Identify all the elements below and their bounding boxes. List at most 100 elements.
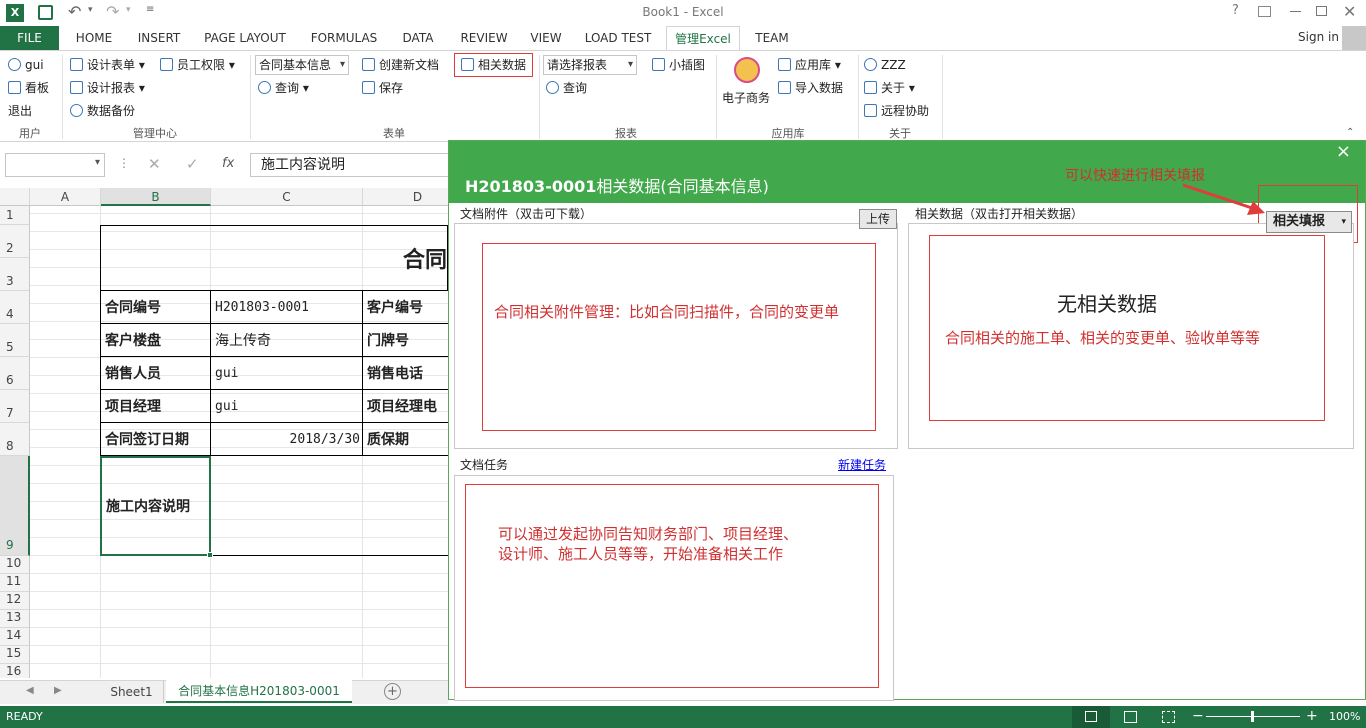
- restore-icon[interactable]: [1316, 6, 1327, 16]
- label-cell[interactable]: 客户楼盘: [100, 324, 211, 357]
- avatar[interactable]: [1342, 26, 1366, 50]
- label-cell[interactable]: 门牌号: [363, 324, 448, 357]
- zoom-slider-thumb[interactable]: [1251, 711, 1254, 722]
- tab-data[interactable]: DATA: [398, 26, 438, 50]
- label-cell[interactable]: 销售电话: [363, 357, 448, 390]
- kanban-button[interactable]: 看板: [8, 79, 49, 97]
- app-store-button[interactable]: 应用库 ▾: [778, 56, 841, 74]
- row-header[interactable]: 15: [0, 646, 30, 664]
- row-header[interactable]: 1: [0, 206, 30, 225]
- tab-review[interactable]: REVIEW: [458, 26, 510, 50]
- save-icon[interactable]: [38, 5, 53, 20]
- sheet-tab-active[interactable]: 合同基本信息H201803-0001: [166, 680, 352, 703]
- minimize-icon[interactable]: [1290, 11, 1301, 12]
- enter-icon[interactable]: ✓: [186, 155, 199, 173]
- selected-cell[interactable]: 施工内容说明: [100, 456, 211, 556]
- contract-title-cell[interactable]: 合同: [100, 225, 448, 291]
- tab-load-test[interactable]: LOAD TEST: [584, 26, 652, 50]
- row-header[interactable]: 3: [0, 258, 30, 291]
- row-header[interactable]: 14: [0, 628, 30, 646]
- label-cell[interactable]: 项目经理: [100, 390, 211, 423]
- tab-manage-excel[interactable]: 管理Excel: [666, 26, 740, 51]
- new-task-link[interactable]: 新建任务: [838, 456, 886, 473]
- page-layout-view-icon[interactable]: [1124, 711, 1137, 723]
- help-icon[interactable]: ?: [1232, 3, 1239, 18]
- fill-handle[interactable]: [207, 552, 213, 558]
- page-break-view-icon[interactable]: [1162, 711, 1175, 723]
- save-button[interactable]: 保存: [362, 79, 403, 97]
- label-cell[interactable]: 项目经理电: [363, 390, 448, 423]
- tab-home[interactable]: HOME: [70, 26, 118, 50]
- prev-sheet-icon[interactable]: ◀: [26, 685, 34, 696]
- row-header[interactable]: 10: [0, 556, 30, 574]
- insert-function-icon[interactable]: fx: [222, 156, 234, 171]
- row-header[interactable]: 5: [0, 324, 30, 357]
- label-cell[interactable]: 合同签订日期: [100, 423, 211, 456]
- form-query-button[interactable]: 查询 ▾: [258, 79, 309, 97]
- row-header[interactable]: 12: [0, 592, 30, 610]
- tab-page-layout[interactable]: PAGE LAYOUT: [202, 26, 288, 50]
- column-header[interactable]: D: [363, 188, 448, 206]
- upload-button[interactable]: 上传: [859, 209, 897, 229]
- zzz-button[interactable]: ZZZ: [864, 56, 906, 74]
- row-header[interactable]: 4: [0, 291, 30, 324]
- ribbon-display-icon[interactable]: [1258, 6, 1271, 17]
- value-cell[interactable]: gui: [211, 390, 363, 423]
- value-cell[interactable]: gui: [211, 357, 363, 390]
- zoom-level[interactable]: 100%: [1329, 710, 1360, 723]
- label-cell[interactable]: 客户编号: [363, 291, 448, 324]
- excel-logo-icon[interactable]: X: [6, 4, 24, 22]
- permissions-button[interactable]: 员工权限 ▾: [160, 56, 235, 74]
- design-report-button[interactable]: 设计报表 ▾: [70, 79, 145, 97]
- redo-dropdown-icon[interactable]: ▾: [126, 5, 131, 15]
- normal-view-icon[interactable]: [1072, 706, 1110, 728]
- label-cell[interactable]: 销售人员: [100, 357, 211, 390]
- report-query-button[interactable]: 查询: [546, 79, 587, 97]
- row-header[interactable]: 7: [0, 390, 30, 423]
- formula-input[interactable]: 施工内容说明: [250, 153, 448, 177]
- undo-icon[interactable]: ↶: [68, 2, 81, 21]
- row-header[interactable]: 8: [0, 423, 30, 456]
- value-cell[interactable]: 海上传奇: [211, 324, 363, 357]
- label-cell[interactable]: 质保期: [363, 423, 448, 456]
- column-header[interactable]: C: [211, 188, 363, 206]
- chart-button[interactable]: 小插图: [652, 56, 705, 74]
- content-cell[interactable]: [211, 456, 448, 556]
- select-all-corner[interactable]: [0, 188, 30, 206]
- customize-qat-icon[interactable]: ≡: [146, 4, 154, 15]
- label-cell[interactable]: 合同编号: [100, 291, 211, 324]
- backup-button[interactable]: 数据备份: [70, 102, 135, 120]
- user-button[interactable]: gui: [8, 56, 44, 74]
- row-header[interactable]: 6: [0, 357, 30, 390]
- row-header[interactable]: 13: [0, 610, 30, 628]
- name-box[interactable]: ▾: [5, 153, 105, 177]
- form-select[interactable]: 合同基本信息: [255, 55, 349, 75]
- undo-dropdown-icon[interactable]: ▾: [88, 5, 93, 15]
- design-form-button[interactable]: 设计表单 ▾: [70, 56, 145, 74]
- spreadsheet-grid[interactable]: A B C D 1 2 3 4 5 6 7 8 9 10 11 12 13 14…: [0, 188, 448, 678]
- redo-icon[interactable]: ↷: [106, 2, 119, 21]
- next-sheet-icon[interactable]: ▶: [54, 685, 62, 696]
- new-doc-button[interactable]: 创建新文档: [362, 56, 439, 74]
- related-fill-button[interactable]: 相关填报 ▾: [1266, 211, 1352, 233]
- tab-view[interactable]: VIEW: [527, 26, 565, 50]
- column-header[interactable]: B: [101, 188, 211, 206]
- tab-team[interactable]: TEAM: [752, 26, 792, 50]
- row-header[interactable]: 9: [0, 456, 30, 556]
- sign-in-link[interactable]: Sign in: [1298, 30, 1339, 44]
- related-data-button[interactable]: 相关数据: [454, 53, 534, 77]
- add-sheet-icon[interactable]: +: [384, 683, 401, 700]
- dialog-close-button[interactable]: ×: [1336, 141, 1351, 162]
- sheet-tab[interactable]: Sheet1: [100, 681, 164, 703]
- tab-file[interactable]: FILE: [0, 26, 59, 50]
- row-header[interactable]: 16: [0, 664, 30, 678]
- close-window-icon[interactable]: ✕: [1343, 2, 1356, 21]
- collapse-ribbon-icon[interactable]: ⌃: [1346, 127, 1354, 138]
- remote-assist-button[interactable]: 远程协助: [864, 102, 929, 120]
- about-button[interactable]: 关于 ▾: [864, 79, 915, 97]
- cancel-icon[interactable]: ✕: [148, 155, 161, 173]
- tab-insert[interactable]: INSERT: [134, 26, 184, 50]
- column-header[interactable]: A: [30, 188, 101, 206]
- row-header[interactable]: 2: [0, 225, 30, 258]
- report-select[interactable]: 请选择报表: [543, 55, 637, 75]
